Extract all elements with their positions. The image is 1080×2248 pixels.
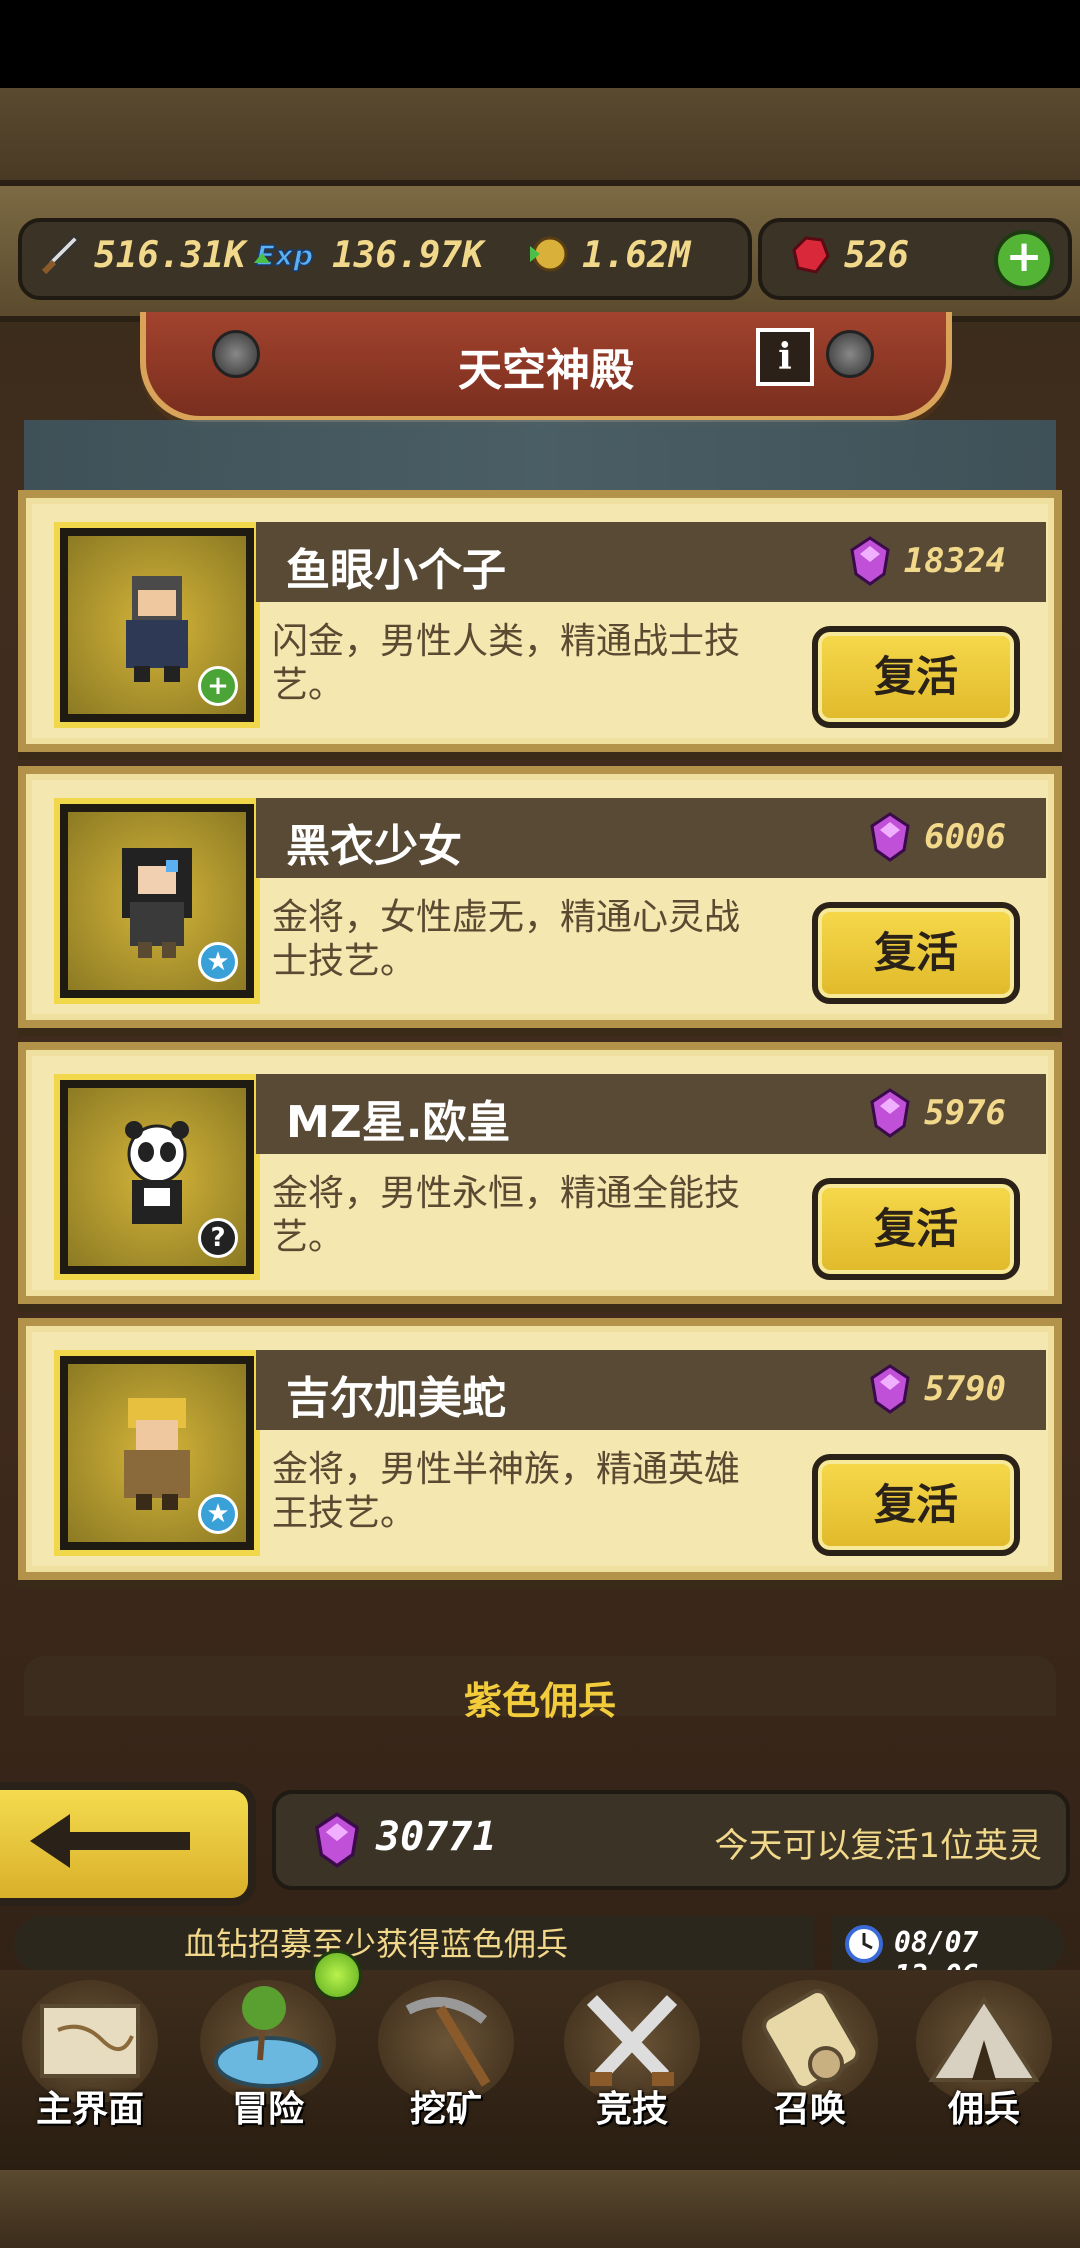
- back-button[interactable]: [0, 1782, 256, 1906]
- star-badge-icon: ★: [198, 1494, 238, 1534]
- hero-name: MZ星.欧皇: [286, 1097, 511, 1148]
- question-badge-icon: ?: [198, 1218, 238, 1258]
- nav-item-mining[interactable]: 挖矿: [366, 1980, 526, 2150]
- add-ruby-button[interactable]: +: [994, 230, 1054, 290]
- back-arrow-icon: [30, 1814, 190, 1868]
- nav-item-adventure[interactable]: 冒险: [188, 1980, 348, 2150]
- decorative-stripe: [24, 420, 1056, 496]
- bolt-icon: [826, 330, 874, 378]
- purple-gem-icon: [870, 1088, 910, 1138]
- hero-name: 黑衣少女: [286, 821, 462, 872]
- nav-label: 主界面: [35, 2089, 144, 2130]
- attack-resource: 516.31K: [34, 228, 246, 282]
- revive-limit-text: 今天可以复活1位英灵: [714, 1826, 1042, 1866]
- nav-item-summon[interactable]: 召唤: [730, 1980, 890, 2150]
- nav-label: 竞技: [595, 2089, 668, 2130]
- status-bar: [0, 0, 1080, 88]
- notification-dot-icon: [312, 1950, 362, 2000]
- page-title: 天空神殿: [458, 345, 634, 396]
- revive-cost: 5976: [868, 1088, 1006, 1138]
- clock: 08/07 12:06: [832, 1916, 1064, 1992]
- section-header: 紫色佣兵: [24, 1656, 1056, 1723]
- hero-card: + 鱼眼小个子 18324 闪金，男性人类，精通战士技艺。 复活: [18, 490, 1062, 752]
- revive-button[interactable]: 复活: [812, 902, 1020, 1004]
- hero-name: 吉尔加美蛇: [286, 1373, 506, 1424]
- revive-button[interactable]: 复活: [812, 1454, 1020, 1556]
- bolt-icon: [212, 330, 260, 378]
- hero-name-bar: 黑衣少女 6006: [256, 798, 1046, 878]
- hero-name-bar: MZ星.欧皇 5976: [256, 1074, 1046, 1154]
- attack-value: 516.31K: [94, 234, 246, 276]
- revive-summary: 30771 今天可以复活1位英灵: [272, 1790, 1070, 1890]
- hero-avatar[interactable]: ★: [60, 804, 254, 998]
- nav-item-main[interactable]: 主界面: [10, 1980, 170, 2150]
- announcement-ticker: 血钻招募至少获得蓝色佣兵: [14, 1916, 814, 1972]
- exp-resource: Exp 136.97K: [252, 228, 484, 282]
- clock-icon: [845, 1925, 883, 1963]
- cost-value: 5976: [924, 1093, 1006, 1133]
- nav-label: 佣兵: [947, 2089, 1020, 2130]
- hero-name: 鱼眼小个子: [286, 545, 506, 596]
- hero-name-bar: 鱼眼小个子 18324: [256, 522, 1046, 602]
- hero-card: ? MZ星.欧皇 5976 金将，男性永恒，精通全能技艺。 复活: [18, 1042, 1062, 1304]
- nav-label: 冒险: [231, 2089, 304, 2130]
- section-title: 紫色佣兵: [463, 1679, 616, 1723]
- purple-gem-icon: [850, 536, 890, 586]
- hero-description: 金将，男性永恒，精通全能技艺。: [272, 1173, 741, 1258]
- cost-value: 6006: [924, 817, 1006, 857]
- exp-value: 136.97K: [332, 234, 484, 276]
- hero-avatar[interactable]: +: [60, 528, 254, 722]
- ruby-value: 526: [844, 234, 910, 276]
- hero-card: ★ 黑衣少女 6006 金将，女性虚无，精通心灵战士技艺。 复活: [18, 766, 1062, 1028]
- revive-button[interactable]: 复活: [812, 626, 1020, 728]
- exp-icon: Exp: [252, 230, 322, 280]
- hero-name-bar: 吉尔加美蛇 5790: [256, 1350, 1046, 1430]
- revive-button[interactable]: 复活: [812, 1178, 1020, 1280]
- hero-description: 闪金，男性人类，精通战士技艺。: [272, 621, 741, 706]
- nav-item-mercenary[interactable]: 佣兵: [904, 1980, 1064, 2150]
- total-gems: 30771: [376, 1814, 497, 1860]
- ruby-icon: [784, 230, 834, 280]
- gold-resource: 1.62M: [522, 228, 690, 282]
- hero-avatar[interactable]: ★: [60, 1356, 254, 1550]
- hero-card: ★ 吉尔加美蛇 5790 金将，男性半神族，精通英雄王技艺。 复活: [18, 1318, 1062, 1580]
- svg-text:Exp: Exp: [256, 239, 313, 272]
- cost-value: 18324: [903, 541, 1006, 581]
- plus-badge-icon: +: [198, 666, 238, 706]
- hero-avatar[interactable]: ?: [60, 1080, 254, 1274]
- bottom-floor: [0, 2170, 1080, 2248]
- revive-cost: 6006: [868, 812, 1006, 862]
- purple-gem-icon: [870, 812, 910, 862]
- ruby-resource: 526: [784, 228, 909, 282]
- sword-icon: [34, 230, 84, 280]
- purple-gem-icon: [870, 1364, 910, 1414]
- nav-item-arena[interactable]: 竞技: [552, 1980, 712, 2150]
- gold-coin-icon: [522, 230, 572, 280]
- cost-value: 5790: [924, 1369, 1006, 1409]
- gold-value: 1.62M: [582, 234, 691, 276]
- purple-gem-icon: [315, 1812, 359, 1868]
- revive-cost: 18324: [848, 536, 1006, 586]
- hero-description: 金将，女性虚无，精通心灵战士技艺。: [272, 897, 741, 982]
- nav-label: 召唤: [773, 2089, 846, 2130]
- info-button[interactable]: i: [756, 328, 814, 386]
- hero-description: 金将，男性半神族，精通英雄王技艺。: [272, 1449, 741, 1534]
- nav-label: 挖矿: [409, 2089, 482, 2130]
- star-badge-icon: ★: [198, 942, 238, 982]
- revive-cost: 5790: [868, 1364, 1006, 1414]
